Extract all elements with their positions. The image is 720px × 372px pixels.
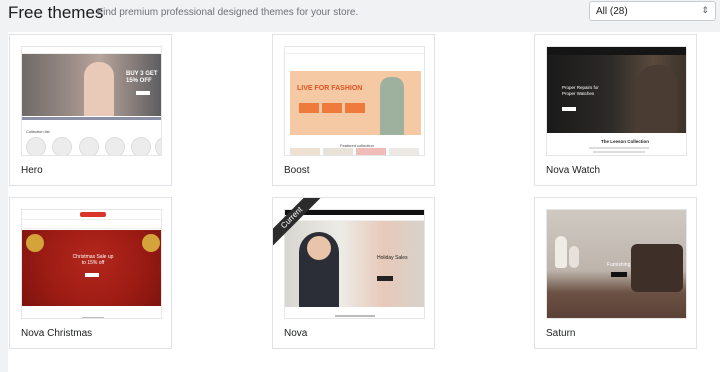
theme-card-nova-watch[interactable]: Proper Repairs for Proper Watches The Le… (534, 34, 697, 186)
theme-name[interactable]: Saturn (546, 328, 575, 339)
theme-preview-nova[interactable]: Holiday Sales (284, 209, 425, 319)
theme-preview-nova-christmas[interactable]: Christmas Sale up to 15% off (21, 209, 162, 319)
theme-name[interactable]: Nova (284, 328, 307, 339)
boost-banner-text: LIVE FOR FASHION (297, 85, 363, 92)
nova-banner-text: Holiday Sales (377, 255, 408, 261)
hero-banner-text: BUY 3 GET 15% OFF (126, 71, 158, 84)
theme-card-hero[interactable]: BUY 3 GET 15% OFF Collection list Hero (9, 34, 172, 186)
theme-preview-boost[interactable]: LIVE FOR FASHION Featured collection (284, 46, 425, 156)
chevron-updown-icon: ⇕ (701, 5, 709, 15)
theme-preview-hero[interactable]: BUY 3 GET 15% OFF Collection list (21, 46, 162, 156)
theme-card-nova-christmas[interactable]: Christmas Sale up to 15% off Nova Christ… (9, 197, 172, 349)
page-header: Free themes Find premium professional de… (0, 0, 720, 30)
page-title: Free themes (8, 3, 104, 22)
filter-value: All (28) (596, 6, 628, 17)
page-subtitle: Find premium professional designed theme… (97, 7, 359, 18)
theme-card-boost[interactable]: LIVE FOR FASHION Featured collection Boo… (272, 34, 435, 186)
nova-watch-collection-text: The Leeson Collection (601, 139, 650, 144)
theme-card-nova[interactable]: Holiday Sales Current Nova (272, 197, 435, 349)
theme-name[interactable]: Hero (21, 165, 43, 176)
saturn-banner-text: Furnishing (607, 262, 631, 268)
nova-watch-banner-text: Proper Repairs for Proper Watches (562, 85, 599, 96)
theme-preview-nova-watch[interactable]: Proper Repairs for Proper Watches The Le… (546, 46, 687, 156)
theme-preview-saturn[interactable]: Furnishing (546, 209, 687, 319)
theme-name[interactable]: Nova Christmas (21, 328, 92, 339)
theme-name[interactable]: Boost (284, 165, 310, 176)
theme-card-saturn[interactable]: Furnishing Saturn (534, 197, 697, 349)
theme-name[interactable]: Nova Watch (546, 165, 600, 176)
christmas-banner-text: Christmas Sale up to 15% off (72, 254, 114, 266)
theme-filter-select[interactable]: All (28) ⇕ (589, 1, 716, 21)
themes-grid: BUY 3 GET 15% OFF Collection list Hero L… (8, 32, 720, 372)
